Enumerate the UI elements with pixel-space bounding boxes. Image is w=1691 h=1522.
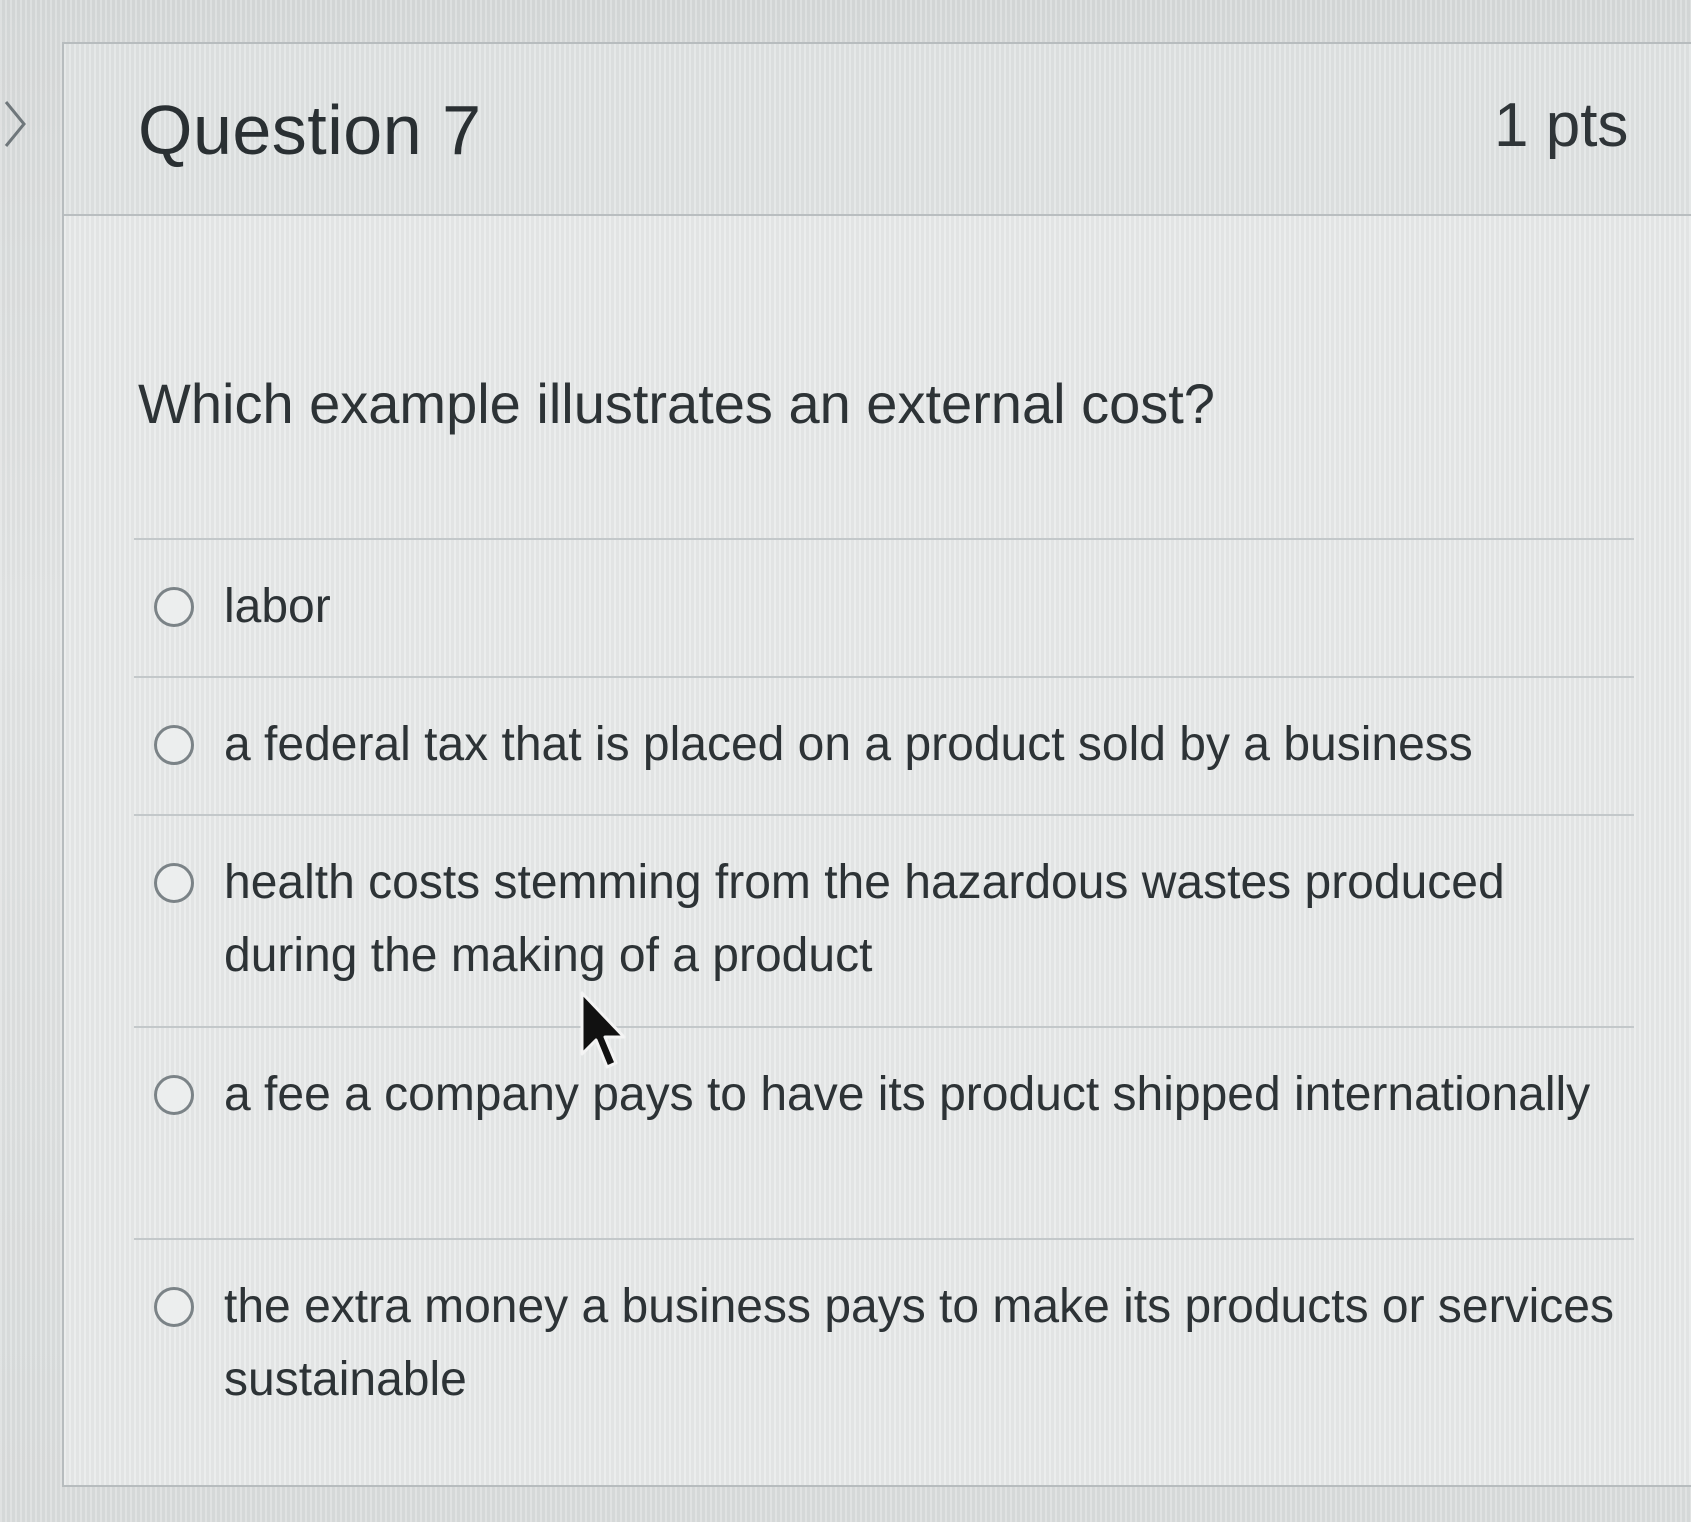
- answer-label[interactable]: a fee a company pays to have its product…: [224, 1058, 1614, 1131]
- answer-list: labor a federal tax that is placed on a …: [134, 538, 1634, 1450]
- answer-option[interactable]: the extra money a business pays to make …: [134, 1238, 1634, 1450]
- mouse-pointer-icon: [580, 991, 626, 1069]
- question-title: Question 7: [138, 91, 482, 169]
- answer-option[interactable]: labor: [134, 538, 1634, 676]
- answer-label[interactable]: labor: [224, 570, 1614, 643]
- question-points: 1 pts: [1494, 91, 1629, 160]
- answer-option[interactable]: a federal tax that is placed on a produc…: [134, 676, 1634, 814]
- question-header: Question 7 1 pts: [64, 44, 1691, 216]
- radio-button-icon[interactable]: [154, 1287, 194, 1327]
- question-body: Which example illustrates an external co…: [64, 216, 1691, 1485]
- radio-button-icon[interactable]: [154, 863, 194, 903]
- chevron-right-icon[interactable]: [0, 96, 30, 152]
- answer-label[interactable]: a federal tax that is placed on a produc…: [224, 708, 1614, 781]
- radio-button-icon[interactable]: [154, 725, 194, 765]
- answer-label[interactable]: the extra money a business pays to make …: [224, 1270, 1614, 1416]
- answer-option[interactable]: health costs stemming from the hazardous…: [134, 814, 1634, 1026]
- question-card: Question 7 1 pts Which example illustrat…: [62, 42, 1691, 1487]
- answer-label[interactable]: health costs stemming from the hazardous…: [224, 846, 1614, 992]
- radio-button-icon[interactable]: [154, 1075, 194, 1115]
- question-text: Which example illustrates an external co…: [138, 372, 1215, 435]
- answer-option[interactable]: a fee a company pays to have its product…: [134, 1026, 1634, 1238]
- radio-button-icon[interactable]: [154, 587, 194, 627]
